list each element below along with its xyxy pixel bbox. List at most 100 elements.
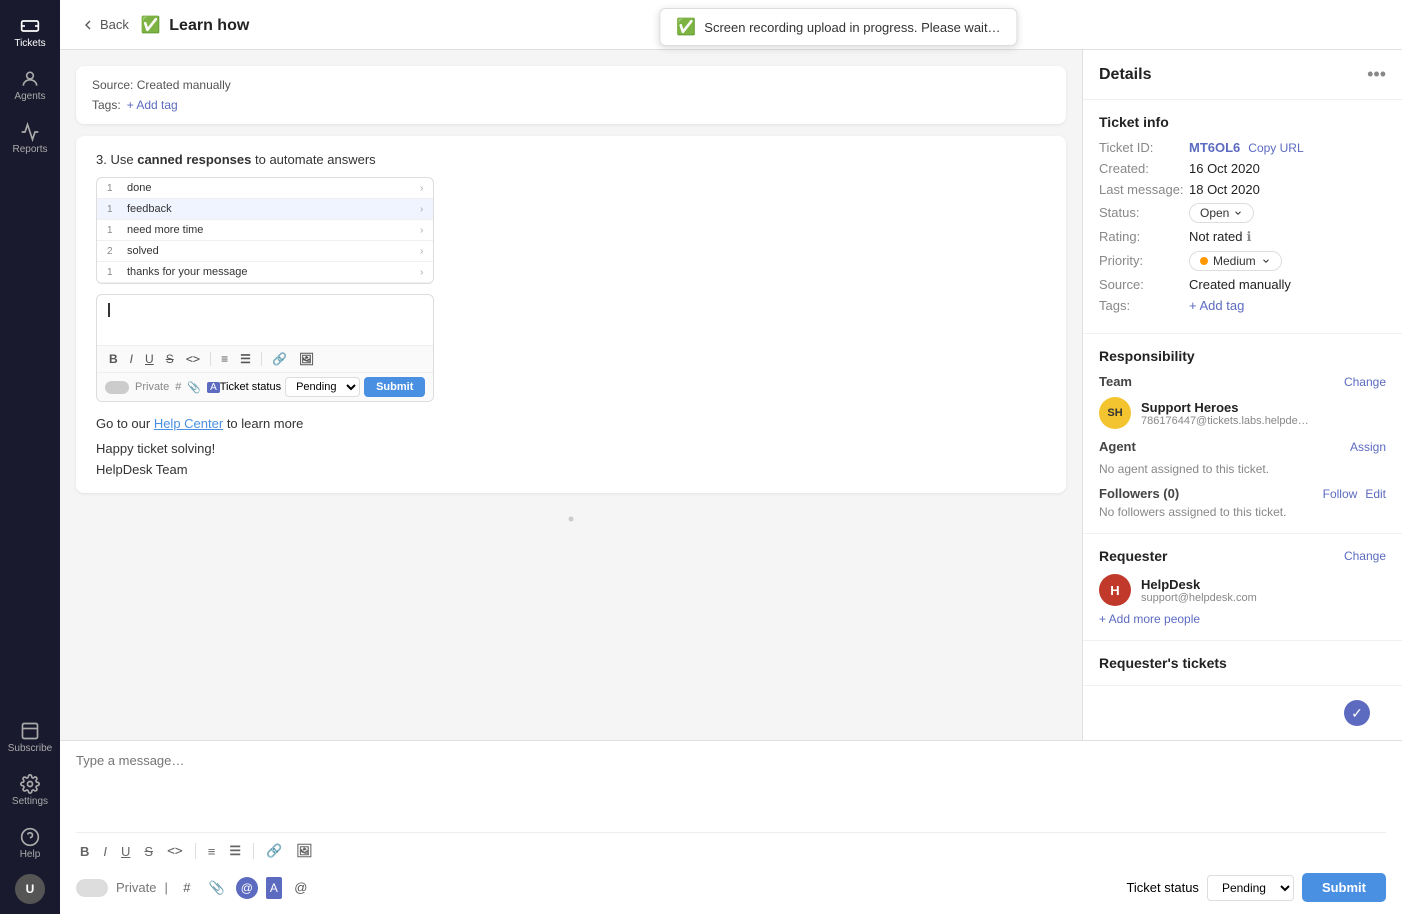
sidebar-item-help[interactable]: Help (4, 821, 56, 866)
link-button[interactable]: 🔗 (268, 350, 291, 368)
canned-item-thanks[interactable]: 1 thanks for your message › (97, 262, 433, 283)
no-followers-text: No followers assigned to this ticket. (1099, 505, 1386, 519)
toast-notification: ✅ Screen recording upload in progress. P… (659, 8, 1017, 46)
mini-submit-button[interactable]: Submit (364, 377, 425, 397)
last-message-label: Last message: (1099, 182, 1189, 197)
requester-info: H HelpDesk support@helpdesk.com (1099, 574, 1386, 606)
code-button[interactable]: <> (182, 350, 204, 368)
underline-button[interactable]: U (141, 350, 158, 368)
chevron-right-icon: › (420, 246, 423, 257)
edit-button[interactable]: Edit (1365, 487, 1386, 501)
mini-editor-content[interactable] (97, 295, 433, 345)
copy-url-button[interactable]: Copy URL (1248, 141, 1303, 155)
rating-info-icon[interactable]: ℹ (1246, 229, 1251, 245)
compose-hashtag-icon[interactable]: # (176, 877, 198, 899)
priority-badge[interactable]: Medium (1189, 251, 1282, 271)
attachment-icon[interactable]: 📎 (187, 381, 201, 394)
add-more-people-button[interactable]: + Add more people (1099, 612, 1386, 626)
sidebar-item-reports[interactable]: Reports (0, 116, 60, 161)
change-requester-button[interactable]: Change (1344, 549, 1386, 563)
compose-ordered-list-button[interactable]: ≡ (204, 842, 220, 861)
sidebar-item-agents[interactable]: Agents (0, 63, 60, 108)
compose-image-button[interactable]: 🖼 (292, 841, 317, 861)
back-button[interactable]: Back (80, 17, 129, 33)
team-avatar: SH (1099, 397, 1131, 429)
created-label: Created: (1099, 161, 1189, 176)
reports-icon (20, 122, 40, 142)
divider: • (76, 505, 1066, 534)
step3-text: 3. Use canned responses to automate answ… (96, 152, 1046, 167)
no-agent-text: No agent assigned to this ticket. (1099, 462, 1386, 476)
sidebar-item-subscribe[interactable]: Subscribe (4, 715, 56, 760)
follow-button[interactable]: Follow (1323, 487, 1358, 501)
compose-code-button[interactable]: <> (163, 842, 187, 861)
change-team-button[interactable]: Change (1344, 375, 1386, 389)
rating-value: Not rated (1189, 229, 1242, 244)
compose-strikethrough-button[interactable]: S (140, 842, 157, 861)
canned-item-need-more-time[interactable]: 1 need more time › (97, 220, 433, 241)
requester-header: Requester Change (1099, 548, 1386, 564)
user-avatar[interactable]: U (15, 874, 45, 904)
canned-item-done[interactable]: 1 done › (97, 178, 433, 199)
compose-text-color-icon[interactable]: A (266, 877, 282, 899)
source-row: Source: Created manually (1099, 277, 1386, 292)
sidebar-item-tickets[interactable]: Tickets (0, 10, 60, 55)
sidebar-item-settings[interactable]: Settings (4, 768, 56, 813)
requester-email: support@helpdesk.com (1141, 592, 1257, 604)
followers-label: Followers (0) (1099, 486, 1179, 501)
chevron-down-icon (1233, 208, 1243, 218)
compose-bold-button[interactable]: B (76, 842, 93, 861)
compose-submit-button[interactable]: Submit (1302, 873, 1386, 902)
assign-button[interactable]: Assign (1350, 440, 1386, 454)
compose-unordered-list-button[interactable]: ☰ (225, 841, 245, 861)
bold-button[interactable]: B (105, 350, 122, 368)
toolbar-separator (261, 352, 262, 366)
hashtag-icon[interactable]: # (175, 381, 181, 393)
text-color-icon[interactable]: A (207, 382, 220, 393)
unordered-list-button[interactable]: ☰ (236, 350, 255, 368)
add-tag-button[interactable]: + Add tag (127, 98, 178, 112)
right-panel: Details ••• Ticket info Ticket ID: MT6OL… (1082, 50, 1402, 740)
status-badge[interactable]: Open (1189, 203, 1254, 223)
image-button[interactable]: 🖼 (295, 350, 318, 368)
compose-check-button[interactable]: ✓ (1344, 700, 1370, 726)
private-toggle[interactable] (105, 381, 129, 394)
mini-status-select[interactable]: Pending (285, 377, 360, 397)
rating-row: Rating: Not rated ℹ (1099, 229, 1386, 245)
help-center-link[interactable]: Help Center (154, 416, 223, 431)
requester-details: HelpDesk support@helpdesk.com (1141, 577, 1257, 604)
subscribe-icon (20, 721, 40, 741)
requester-section: Requester Change H HelpDesk support@help… (1083, 534, 1402, 641)
canned-item-feedback[interactable]: 1 feedback › (97, 199, 433, 220)
compose-link-button[interactable]: 🔗 (262, 841, 286, 861)
toolbar-separator (210, 352, 211, 366)
compose-input[interactable] (76, 753, 1386, 823)
requester-name: HelpDesk (1141, 577, 1257, 592)
agent-row: Agent Assign (1099, 439, 1386, 454)
source-card: Source: Created manually Tags: + Add tag (76, 66, 1066, 124)
compose-bottom-left: Private | # 📎 @ A @ (76, 877, 312, 899)
compose-status-select[interactable]: Pending (1207, 875, 1294, 901)
ticket-status-label: Ticket status (220, 381, 281, 393)
agents-icon (20, 69, 40, 89)
toolbar-separator (253, 843, 254, 859)
italic-button[interactable]: I (126, 350, 137, 368)
ticket-info-section: Ticket info Ticket ID: MT6OL6 Copy URL C… (1083, 100, 1402, 334)
strikethrough-button[interactable]: S (162, 350, 178, 368)
compose-mention-icon[interactable]: @ (236, 877, 258, 899)
add-tag-button[interactable]: + Add tag (1189, 298, 1244, 313)
priority-row: Priority: Medium (1099, 251, 1386, 271)
canned-responses-container: 1 done › 1 feedback (96, 177, 434, 402)
ordered-list-button[interactable]: ≡ (217, 350, 232, 368)
compose-underline-button[interactable]: U (117, 842, 134, 861)
private-label: Private (116, 880, 156, 895)
more-button[interactable]: ••• (1367, 64, 1386, 85)
compose-attachment-icon[interactable]: 📎 (206, 877, 228, 899)
compose-emoji-icon[interactable]: @ (290, 877, 312, 899)
private-toggle[interactable] (76, 879, 108, 897)
tag-row: Tags: + Add tag (92, 98, 1050, 112)
toast-icon: ✅ (676, 17, 696, 37)
ticket-thread: Source: Created manually Tags: + Add tag… (60, 50, 1082, 740)
compose-italic-button[interactable]: I (99, 842, 111, 861)
canned-item-solved[interactable]: 2 solved › (97, 241, 433, 262)
